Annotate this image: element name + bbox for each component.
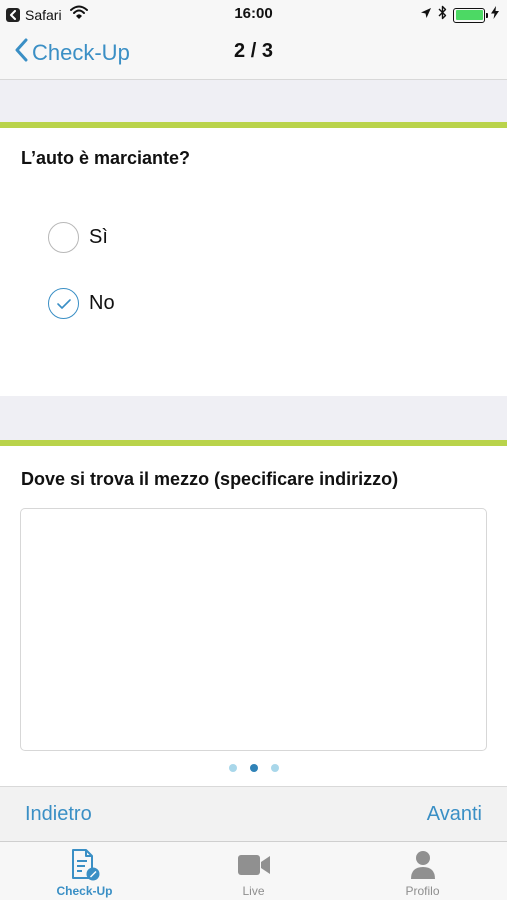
section-accent-line-1 [0, 122, 507, 128]
status-bar: Safari 16:00 [0, 0, 507, 28]
tab-checkup[interactable]: Check-Up [0, 842, 169, 900]
section-accent-line-2 [0, 440, 507, 446]
option-si[interactable]: Sì [48, 222, 108, 253]
question-2-title: Dove si trova il mezzo (specificare indi… [21, 469, 399, 489]
bluetooth-icon [438, 5, 447, 25]
question-1-title: L’auto è marciante? [21, 148, 191, 168]
tab-bar: Check-Up Live Profilo [0, 841, 507, 900]
person-icon [409, 848, 437, 882]
radio-unchecked-icon[interactable] [48, 222, 79, 253]
page-indicator [0, 764, 507, 772]
next-button[interactable]: Avanti [427, 803, 482, 826]
back-button[interactable]: Indietro [25, 803, 92, 826]
option-si-label: Sì [89, 226, 108, 248]
option-no-label: No [89, 292, 115, 314]
navigation-bar: Check-Up 2 / 3 [0, 28, 507, 80]
tab-profilo-label: Profilo [405, 884, 440, 898]
page-dot-1 [228, 764, 237, 772]
tab-profilo[interactable]: Profilo [338, 842, 507, 900]
video-camera-icon [237, 848, 271, 882]
option-no[interactable]: No [48, 288, 115, 319]
checkup-document-icon [69, 848, 101, 882]
page-dot-2 [249, 764, 258, 772]
charging-bolt-icon [491, 6, 499, 24]
battery-tip [486, 12, 488, 18]
page-title: 2 / 3 [234, 40, 273, 62]
section-spacer-1 [0, 80, 507, 122]
tab-live-label: Live [242, 884, 265, 898]
tab-checkup-label: Check-Up [56, 884, 113, 898]
status-right [420, 5, 499, 25]
tab-live[interactable]: Live [169, 842, 338, 900]
page-dot-3 [270, 764, 279, 772]
section-spacer-2 [0, 396, 507, 440]
address-textarea[interactable] [20, 508, 487, 751]
battery-level-fill [455, 10, 483, 20]
location-arrow-icon [420, 6, 432, 24]
action-bar: Indietro Avanti [0, 786, 507, 841]
radio-checked-icon[interactable] [48, 288, 79, 319]
battery-icon [453, 7, 488, 23]
